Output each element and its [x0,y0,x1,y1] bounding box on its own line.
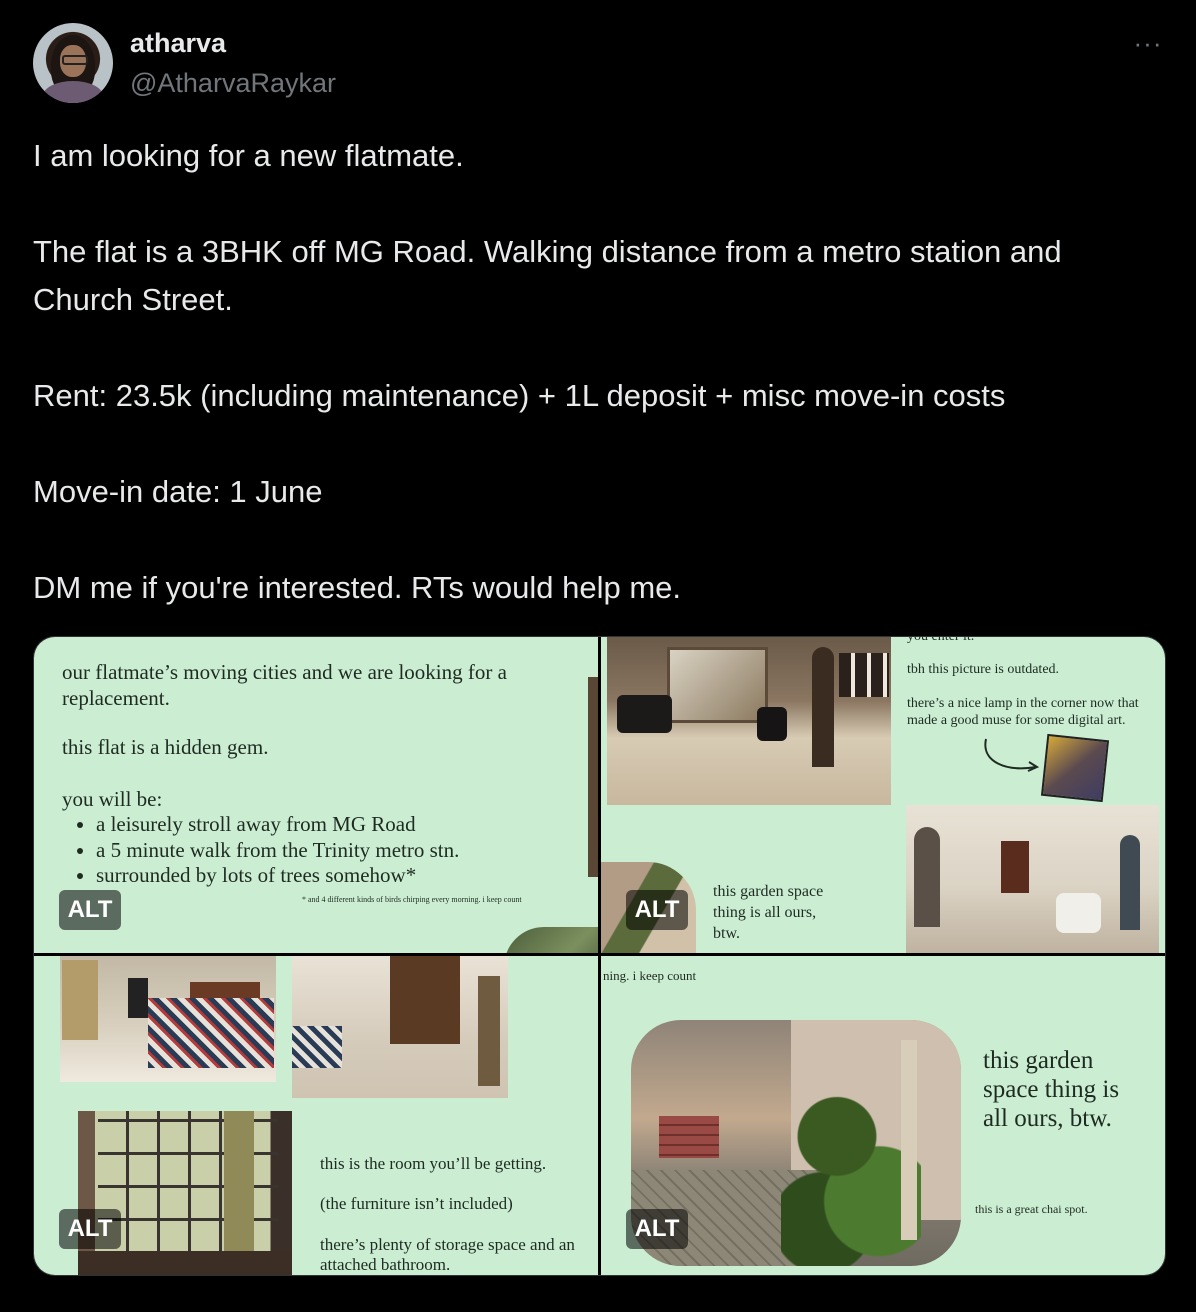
photo-edge [588,677,598,877]
wardrobe-photo [292,956,508,1098]
garden-photo-peek [504,927,598,953]
tweet-paragraph: The flat is a 3BHK off MG Road. Walking … [33,234,1062,317]
alt-badge[interactable]: ALT [626,1209,688,1249]
avatar[interactable] [33,23,113,103]
tweet-text: I am looking for a new flatmate. The fla… [33,132,1163,612]
image-text: ning. i keep count [603,968,697,983]
list-item: surrounded by lots of trees somehow* [96,863,459,889]
tweet-paragraph: I am looking for a new flatmate. [33,138,464,173]
image-text: you will be: [62,787,163,811]
author-handle[interactable]: @AtharvaRaykar [130,68,336,99]
bedroom-photo [60,956,276,1082]
tweet-paragraph: Rent: 23.5k (including maintenance) + 1L… [33,378,1006,413]
alt-badge[interactable]: ALT [59,890,121,930]
author-name[interactable]: atharva [130,28,226,59]
image-text: tbh this picture is outdated. [907,662,1060,677]
alt-badge[interactable]: ALT [59,1209,121,1249]
window-photo [78,1111,292,1275]
more-options-icon[interactable]: ··· [1128,26,1168,60]
image-text: there’s plenty of storage space and an a… [320,1235,575,1274]
media-image-1[interactable]: our flatmate’s moving cities and we are … [34,637,598,953]
hallway-photo [906,805,1159,953]
list-item: a leisurely stroll away from MG Road [96,812,459,838]
media-image-4[interactable]: ning. i keep count this garden space thi… [601,956,1165,1275]
alt-badge[interactable]: ALT [626,890,688,930]
image-text: this flat is a hidden gem. [62,735,269,759]
image-text: this is the room you’ll be getting. [320,1154,547,1173]
media-image-2[interactable]: you enter it. tbh this picture is outdat… [601,637,1165,953]
tweet-paragraph: Move-in date: 1 June [33,474,323,509]
tweet-paragraph: DM me if you're interested. RTs would he… [33,570,682,605]
image-text: our flatmate’s moving cities and we are … [62,660,507,710]
image-text: you enter it. [907,637,1161,646]
image-text: this garden space thing is all ours, btw… [983,1047,1120,1132]
media-image-3[interactable]: this is the room you’ll be getting. (the… [34,956,598,1275]
footnote: * and 4 different kinds of birds chirpin… [302,895,522,904]
living-room-photo [607,637,891,805]
arrow-icon [984,738,1040,772]
image-text: this is a great chai spot. [975,1202,1088,1216]
image-text: (the furniture isn’t included) [320,1194,513,1213]
feature-list: a leisurely stroll away from MG Road a 5… [62,812,459,889]
media-grid: our flatmate’s moving cities and we are … [33,636,1166,1276]
list-item: a 5 minute walk from the Trinity metro s… [96,838,459,864]
digital-art-thumbnail [1040,733,1110,803]
image-text: there’s a nice lamp in the corner now th… [907,696,1139,728]
image-text: this garden space thing is all ours, btw… [713,883,824,942]
